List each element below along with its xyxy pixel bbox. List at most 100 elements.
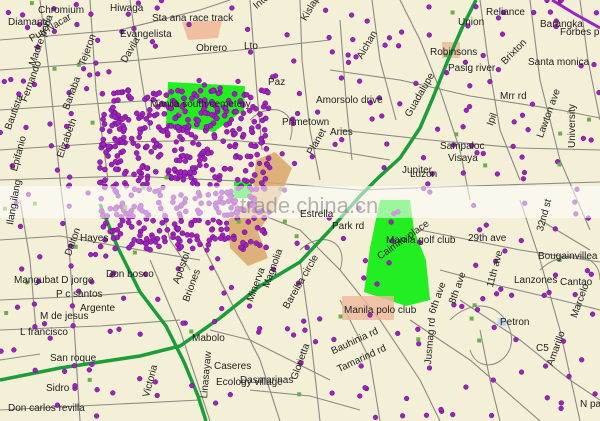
poi-marker[interactable]: [186, 169, 193, 176]
poi-marker[interactable]: [178, 146, 185, 152]
poi-marker[interactable]: [31, 301, 38, 307]
poi-marker[interactable]: [93, 60, 99, 66]
poi-marker[interactable]: [130, 140, 137, 146]
poi-marker[interactable]: [552, 226, 558, 232]
poi-marker[interactable]: [155, 296, 161, 302]
poi-marker[interactable]: [350, 36, 356, 43]
poi-marker[interactable]: [156, 90, 162, 96]
poi-marker[interactable]: [95, 71, 101, 77]
poi-marker[interactable]: [11, 347, 17, 353]
poi-marker[interactable]: [204, 247, 210, 253]
poi-marker[interactable]: [202, 110, 209, 116]
poi-marker[interactable]: [204, 150, 211, 157]
poi-marker[interactable]: [509, 292, 515, 298]
poi-marker[interactable]: [420, 155, 427, 161]
poi-marker[interactable]: [216, 176, 222, 183]
poi-marker[interactable]: [245, 26, 251, 33]
poi-marker[interactable]: [438, 406, 444, 413]
poi-marker[interactable]: [228, 117, 235, 123]
poi-marker[interactable]: [519, 112, 526, 118]
poi-marker[interactable]: [361, 275, 367, 281]
poi-marker[interactable]: [474, 307, 481, 313]
poi-marker[interactable]: [152, 43, 159, 49]
poi-marker[interactable]: [138, 174, 144, 180]
poi-marker[interactable]: [232, 130, 238, 137]
poi-marker[interactable]: [102, 166, 108, 173]
poi-marker[interactable]: [511, 119, 517, 125]
poi-marker[interactable]: [194, 236, 201, 243]
poi-marker[interactable]: [201, 82, 208, 88]
poi-marker[interactable]: [195, 141, 202, 148]
poi-marker[interactable]: [247, 303, 253, 309]
facility-marker[interactable]: [132, 250, 137, 255]
poi-marker[interactable]: [208, 226, 215, 233]
poi-marker[interactable]: [152, 168, 159, 175]
facility-marker[interactable]: [4, 311, 9, 315]
poi-marker[interactable]: [245, 218, 252, 225]
facility-marker[interactable]: [472, 303, 477, 308]
poi-marker[interactable]: [364, 18, 370, 24]
poi-marker[interactable]: [144, 176, 151, 182]
poi-marker[interactable]: [317, 316, 323, 322]
poi-marker[interactable]: [37, 254, 43, 260]
poi-marker[interactable]: [32, 367, 38, 373]
poi-marker[interactable]: [248, 128, 255, 134]
poi-marker[interactable]: [136, 220, 142, 226]
poi-marker[interactable]: [399, 29, 405, 35]
facility-marker[interactable]: [483, 163, 488, 168]
poi-marker[interactable]: [125, 87, 132, 94]
poi-marker[interactable]: [103, 149, 109, 155]
poi-marker[interactable]: [589, 311, 596, 317]
poi-marker[interactable]: [141, 225, 147, 231]
poi-marker[interactable]: [97, 165, 103, 171]
poi-marker[interactable]: [374, 281, 380, 287]
poi-marker[interactable]: [518, 238, 524, 244]
poi-marker[interactable]: [149, 39, 156, 45]
poi-marker[interactable]: [541, 292, 547, 299]
poi-marker[interactable]: [116, 326, 122, 332]
poi-marker[interactable]: [558, 400, 564, 406]
poi-marker[interactable]: [47, 121, 53, 127]
poi-marker[interactable]: [101, 121, 108, 127]
poi-marker[interactable]: [499, 31, 506, 37]
poi-marker[interactable]: [185, 123, 192, 129]
poi-marker[interactable]: [260, 104, 267, 110]
poi-marker[interactable]: [150, 137, 157, 144]
poi-marker[interactable]: [588, 137, 594, 143]
poi-marker[interactable]: [435, 126, 441, 132]
poi-marker[interactable]: [54, 167, 61, 173]
poi-marker[interactable]: [163, 217, 169, 223]
poi-marker[interactable]: [203, 123, 210, 130]
poi-marker[interactable]: [566, 373, 572, 380]
poi-marker[interactable]: [413, 80, 419, 87]
poi-marker[interactable]: [221, 290, 227, 296]
poi-marker[interactable]: [119, 217, 126, 224]
poi-marker[interactable]: [120, 148, 126, 155]
poi-marker[interactable]: [143, 235, 150, 242]
poi-marker[interactable]: [109, 122, 115, 129]
poi-marker[interactable]: [164, 227, 171, 233]
poi-marker[interactable]: [209, 265, 215, 271]
poi-marker[interactable]: [103, 253, 109, 259]
poi-marker[interactable]: [147, 120, 153, 126]
poi-marker[interactable]: [139, 111, 146, 117]
poi-marker[interactable]: [584, 268, 591, 274]
poi-marker[interactable]: [189, 245, 196, 252]
poi-marker[interactable]: [221, 112, 228, 119]
poi-marker[interactable]: [232, 144, 238, 150]
poi-marker[interactable]: [80, 66, 87, 72]
poi-marker[interactable]: [133, 150, 140, 156]
poi-marker[interactable]: [218, 226, 224, 233]
facility-marker[interactable]: [557, 162, 562, 167]
poi-marker[interactable]: [168, 123, 175, 129]
poi-marker[interactable]: [71, 363, 78, 369]
poi-marker[interactable]: [357, 393, 363, 399]
poi-marker[interactable]: [388, 219, 394, 225]
poi-marker[interactable]: [158, 0, 165, 4]
poi-marker[interactable]: [137, 232, 143, 239]
poi-marker[interactable]: [175, 235, 181, 242]
poi-marker[interactable]: [171, 147, 178, 154]
poi-marker[interactable]: [114, 226, 120, 233]
poi-marker[interactable]: [154, 5, 160, 11]
poi-marker[interactable]: [397, 101, 403, 107]
